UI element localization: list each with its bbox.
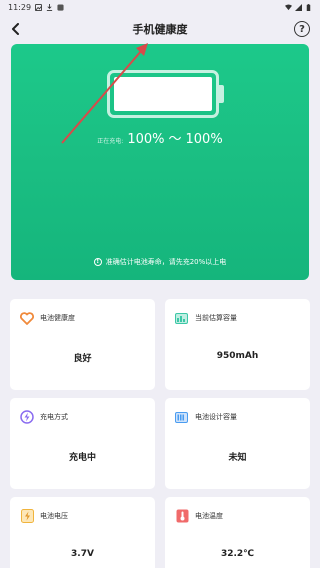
charge-tilde: ～ — [168, 132, 182, 147]
card-title: 电池设计容量 — [195, 413, 237, 421]
card-design-capacity[interactable]: 电池设计容量 未知 — [165, 398, 310, 489]
charge-tip-text: 准确估计电池寿命，请先充20%以上电 — [105, 258, 227, 266]
signal-icon — [295, 3, 302, 11]
card-battery-voltage[interactable]: 电池电压 3.7V — [10, 497, 155, 568]
card-value: 未知 — [228, 453, 247, 463]
status-right — [285, 3, 312, 11]
chevron-left-icon — [12, 23, 19, 35]
card-value: 950mAh — [216, 351, 259, 361]
lightning-icon — [20, 410, 34, 424]
status-bar: 11:29 — [0, 0, 320, 14]
app-notification-icon — [57, 3, 64, 11]
charge-status: 正在充电: 100% ～ 100% — [11, 128, 309, 147]
battery-status-icon — [306, 3, 311, 11]
card-battery-health[interactable]: 电池健康度 良好 — [10, 299, 155, 390]
card-value: 良好 — [73, 354, 92, 364]
card-battery-temperature[interactable]: 电池温度 32.2℃ — [165, 497, 310, 568]
heart-icon — [20, 311, 34, 325]
battery-design-icon — [175, 410, 189, 424]
card-charging-mode[interactable]: 充电方式 充电中 — [10, 398, 155, 489]
battery-graphic — [107, 70, 219, 118]
status-left: 11:29 — [8, 3, 64, 12]
status-time: 11:29 — [8, 2, 32, 12]
image-notification-icon — [35, 3, 43, 11]
card-estimated-capacity[interactable]: 当前估算容量 950mAh — [165, 299, 310, 390]
info-icon: ! — [93, 258, 102, 266]
app-header: 手机健康度 ? — [0, 14, 320, 44]
card-value: 充电中 — [68, 453, 96, 463]
card-header: 电池电压 — [20, 509, 68, 523]
card-header: 电池温度 — [175, 509, 223, 523]
card-title: 电池健康度 — [40, 314, 75, 322]
charge-to-value: 100% — [185, 132, 223, 147]
battery-hero-panel: 正在充电: 100% ～ 100% ! 准确估计电池寿命，请先充20%以上电 — [11, 44, 309, 280]
battery-capacity-icon — [175, 311, 189, 325]
card-value: 32.2℃ — [220, 549, 255, 559]
card-title: 充电方式 — [40, 413, 68, 421]
page-title: 手机健康度 — [132, 23, 188, 36]
help-icon: ? — [299, 23, 305, 35]
wifi-icon — [285, 3, 292, 10]
card-header: 充电方式 — [20, 410, 68, 424]
charging-label: 正在充电: — [97, 138, 124, 145]
card-header: 当前估算容量 — [175, 311, 237, 325]
charge-tip: ! 准确估计电池寿命，请先充20%以上电 — [11, 257, 309, 267]
card-value: 3.7V — [71, 549, 94, 559]
thermometer-icon — [175, 509, 189, 523]
back-button[interactable] — [6, 19, 26, 39]
charge-from-value: 100% — [127, 132, 165, 147]
battery-fill — [114, 77, 212, 111]
card-title: 电池温度 — [195, 512, 223, 520]
battery-cap — [219, 85, 224, 103]
download-notification-icon — [46, 3, 53, 11]
voltage-icon — [20, 509, 34, 523]
card-header: 电池设计容量 — [175, 410, 237, 424]
help-button[interactable]: ? — [294, 21, 310, 37]
card-title: 当前估算容量 — [195, 314, 237, 322]
card-header: 电池健康度 — [20, 311, 75, 325]
card-title: 电池电压 — [40, 512, 68, 520]
